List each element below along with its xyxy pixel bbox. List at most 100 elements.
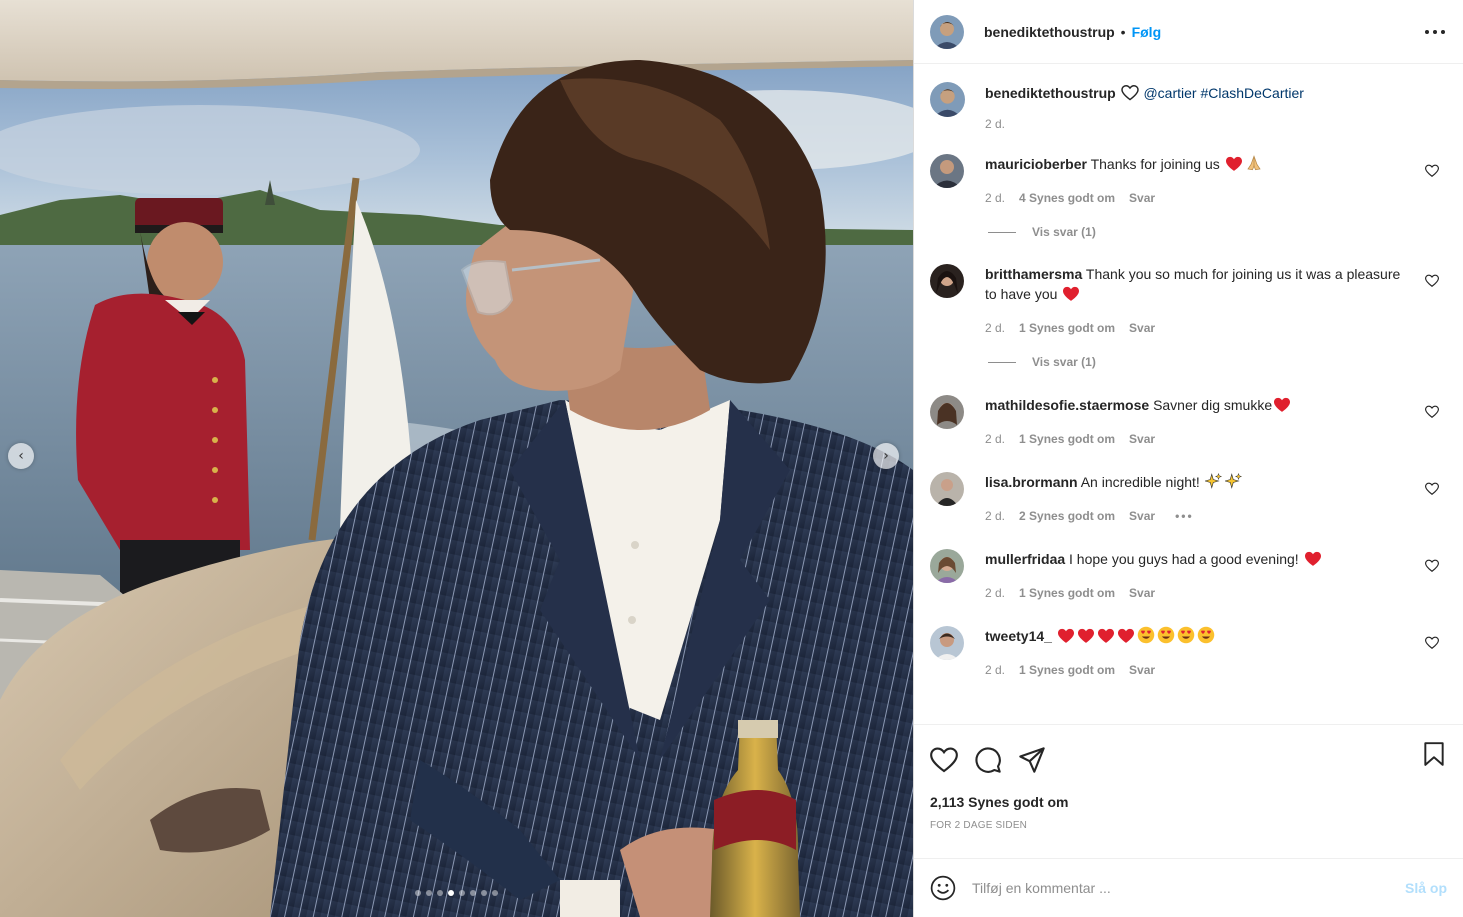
comment-username[interactable]: britthamersma [985,266,1082,282]
comment-username[interactable]: lisa.brormann [985,474,1078,490]
previous-photo-button[interactable]: ‹ [8,443,34,469]
comment-text: I hope you guys had a good evening! [1069,551,1299,567]
commenter-avatar[interactable] [930,549,964,583]
comment-text: An incredible night! [1080,474,1200,490]
post-dialog: ‹ › benediktethoustrup • Følg benediktet… [0,0,1463,917]
post-side-panel: benediktethoustrup • Følg benediktethous… [913,0,1463,917]
commenter-avatar[interactable] [930,472,964,506]
comment-emoji [1303,551,1323,567]
chevron-left-icon: ‹ [18,448,24,464]
reply-button[interactable]: Svar [1129,509,1155,523]
carousel-dot [492,890,498,896]
reply-button[interactable]: Svar [1129,432,1155,446]
commenter-avatar[interactable] [930,626,964,660]
comment-like-count[interactable]: 2 Synes godt om [1019,509,1115,523]
reply-button[interactable]: Svar [1129,191,1155,205]
comments-list[interactable]: benediktethoustrup @cartier #ClashDeCart… [914,64,1463,724]
hashtag-link[interactable]: #ClashDeCartier [1200,85,1303,101]
post-media[interactable]: ‹ › [0,0,913,917]
heart-eyes-emoji [1197,626,1215,649]
chevron-right-icon: › [883,448,889,464]
caption-username[interactable]: benediktethoustrup [985,85,1116,101]
comment-emoji [1203,472,1244,490]
like-icon[interactable] [930,746,958,774]
share-icon[interactable] [1018,746,1046,774]
comment-timestamp[interactable]: 2 d. [985,509,1005,523]
post-photo [0,0,913,917]
comment-emoji [1224,155,1264,172]
follow-button[interactable]: Følg [1132,24,1162,40]
comment-timestamp[interactable]: 2 d. [985,432,1005,446]
carousel-dot [470,890,476,896]
commenter-avatar[interactable] [930,264,964,298]
comment-timestamp[interactable]: 2 d. [985,586,1005,600]
post-comment-button[interactable]: Slå op [1405,880,1447,896]
red-heart-emoji [1062,286,1080,307]
folded-hands-emoji [1245,154,1263,177]
view-replies-button[interactable]: Vis svar (1) [988,225,1447,239]
author-username[interactable]: benediktethoustrup [984,24,1115,40]
bookmark-icon[interactable] [1421,741,1447,767]
like-comment-icon[interactable] [1425,405,1439,419]
comment-item: mathildesofie.staermose Savner dig smukk… [930,395,1447,446]
comment-timestamp[interactable]: 2 d. [985,191,1005,205]
like-comment-icon[interactable] [1425,636,1439,650]
next-photo-button[interactable]: › [873,443,899,469]
comment-emoji [1056,626,1216,644]
emoji-picker-icon[interactable] [930,875,956,901]
comment-timestamp[interactable]: 2 d. [985,663,1005,677]
comment-text: Thanks for joining us [1090,156,1220,172]
carousel-indicator [0,890,913,896]
comment-username[interactable]: mauricioberber [985,156,1087,172]
comment-username[interactable]: mullerfridaa [985,551,1065,567]
view-replies-label[interactable]: Vis svar (1) [1032,355,1096,369]
comment-item: lisa.brormann An incredible night! 2 d. … [930,472,1447,523]
commenter-avatar[interactable] [930,395,964,429]
comment-item: britthamersma Thank you so much for join… [930,264,1447,335]
view-replies-button[interactable]: Vis svar (1) [988,355,1447,369]
red-heart-emoji [1117,628,1135,649]
like-comment-icon[interactable] [1425,164,1439,178]
post-header: benediktethoustrup • Følg [914,0,1463,64]
comment-item: mullerfridaa I hope you guys had a good … [930,549,1447,600]
reply-button[interactable]: Svar [1129,586,1155,600]
carousel-dot [448,890,454,896]
commenter-avatar[interactable] [930,154,964,188]
carousel-dot [481,890,487,896]
red-heart-emoji [1057,628,1075,649]
red-heart-emoji [1097,628,1115,649]
carousel-dot [415,890,421,896]
author-avatar[interactable] [930,14,964,49]
red-heart-emoji [1304,551,1322,572]
comment-icon[interactable] [974,746,1002,774]
caption-timestamp[interactable]: 2 d. [985,117,1005,131]
sparkles-emoji [1223,472,1243,495]
like-comment-icon[interactable] [1425,482,1439,496]
comment-like-count[interactable]: 4 Synes godt om [1019,191,1115,205]
red-heart-emoji [1077,628,1095,649]
more-options-icon[interactable] [1425,22,1445,42]
comment-like-count[interactable]: 1 Synes godt om [1019,663,1115,677]
comment-username[interactable]: tweety14_ [985,628,1052,644]
post-actions-bar [914,724,1463,794]
caption-avatar[interactable] [930,82,965,117]
comment-like-count[interactable]: 1 Synes godt om [1019,321,1115,335]
reply-button[interactable]: Svar [1129,663,1155,677]
comment-like-count[interactable]: 1 Synes godt om [1019,432,1115,446]
reply-button[interactable]: Svar [1129,321,1155,335]
comment-timestamp[interactable]: 2 d. [985,321,1005,335]
mention-link[interactable]: @cartier [1143,85,1196,101]
comment-username[interactable]: mathildesofie.staermose [985,397,1149,413]
comment-item: tweety14_ 2 d. 1 Synes godt om Svar [930,626,1447,677]
add-comment-bar: Slå op [914,858,1463,917]
like-comment-icon[interactable] [1425,274,1439,288]
like-comment-icon[interactable] [1425,559,1439,573]
view-replies-label[interactable]: Vis svar (1) [1032,225,1096,239]
comment-like-count[interactable]: 1 Synes godt om [1019,586,1115,600]
comment-emoji [1061,286,1081,302]
comment-item: mauricioberber Thanks for joining us 2 d… [930,154,1447,205]
likes-count[interactable]: 2,113 Synes godt om [914,794,1463,816]
comment-options-icon[interactable]: ••• [1175,509,1194,523]
post-date[interactable]: FOR 2 DAGE SIDEN [914,816,1463,858]
comment-input[interactable] [972,880,1352,896]
